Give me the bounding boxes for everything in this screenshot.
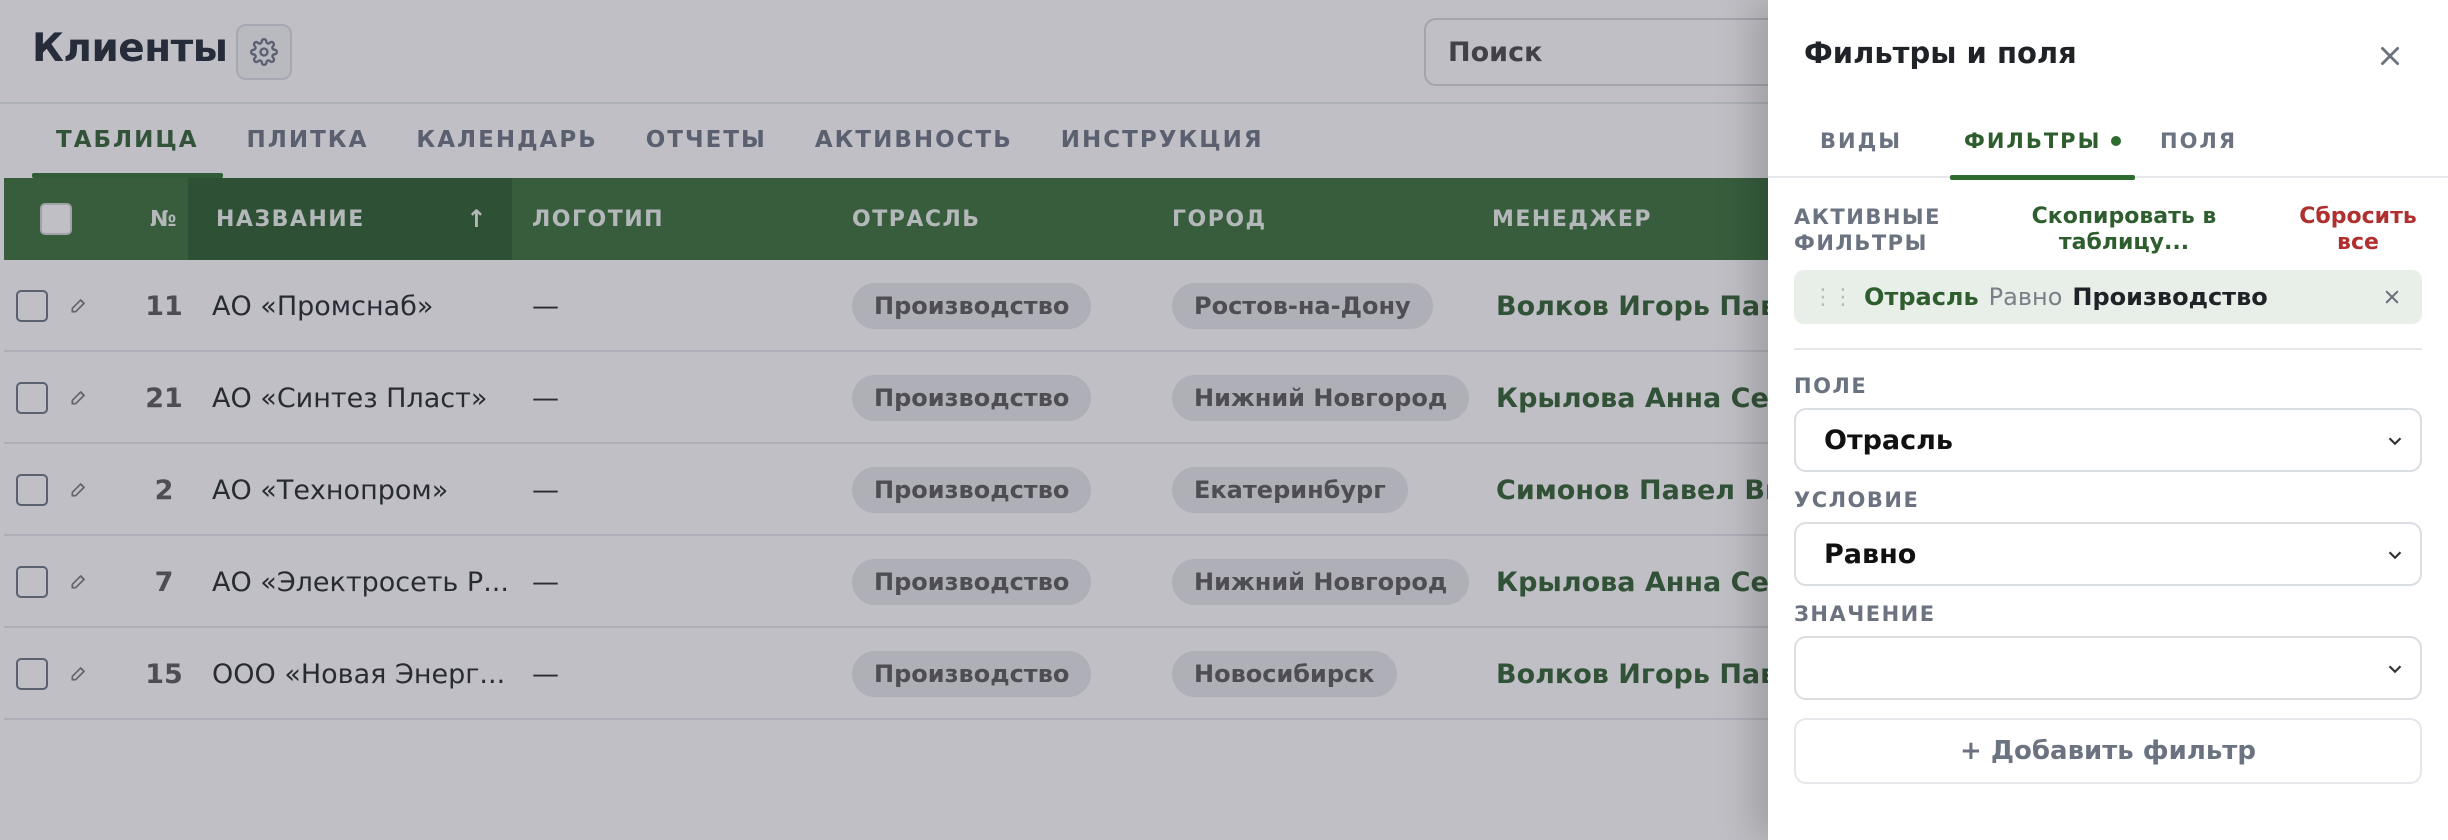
tab-filters[interactable]: ФИЛЬТРЫ [1950,104,2136,180]
modal-backdrop[interactable] [0,0,1768,840]
copy-to-table-link[interactable]: Скопировать в таблицу... [2024,204,2224,256]
tab-views[interactable]: ВИДЫ [1820,104,1902,178]
chip-field: Отрасль [1864,283,1979,311]
divider [1794,348,2422,350]
condition-select[interactable]: Равно [1794,522,2422,586]
add-filter-button[interactable]: + Добавить фильтр [1794,718,2422,784]
tab-fields[interactable]: ПОЛЯ [2160,104,2237,178]
field-select[interactable]: Отрасль [1794,408,2422,472]
panel-tabs: ВИДЫ ФИЛЬТРЫ ПОЛЯ [1768,104,2448,180]
value-select[interactable] [1794,636,2422,700]
drag-handle-icon[interactable]: ⋮⋮ [1812,285,1854,310]
active-filter-chip[interactable]: ⋮⋮ Отрасль Равно Производство [1794,270,2422,324]
panel-title: Фильтры и поля [1804,36,2077,70]
chevron-down-icon [2388,665,2402,674]
chevron-down-icon [2388,437,2402,446]
condition-label: УСЛОВИЕ [1794,488,1920,512]
remove-filter-icon[interactable] [2380,285,2404,309]
tab-filters-label: ФИЛЬТРЫ [1964,129,2102,153]
value-label: ЗНАЧЕНИЕ [1794,602,1936,626]
active-filters-label: АКТИВНЫЕ ФИЛЬТРЫ [1794,205,1942,255]
field-select-value: Отрасль [1824,424,1954,456]
close-icon[interactable] [2372,38,2408,74]
filters-panel: Фильтры и поля ВИДЫ ФИЛЬТРЫ ПОЛЯ АКТИВНЫ… [1768,0,2448,840]
chip-value: Производство [2072,283,2268,311]
chevron-down-icon [2388,551,2402,560]
active-indicator-dot [2111,136,2122,146]
condition-select-value: Равно [1824,538,1917,570]
chip-operator: Равно [1988,283,2063,311]
field-label: ПОЛЕ [1794,374,1868,398]
reset-all-link[interactable]: Сбросить все [2288,204,2428,256]
